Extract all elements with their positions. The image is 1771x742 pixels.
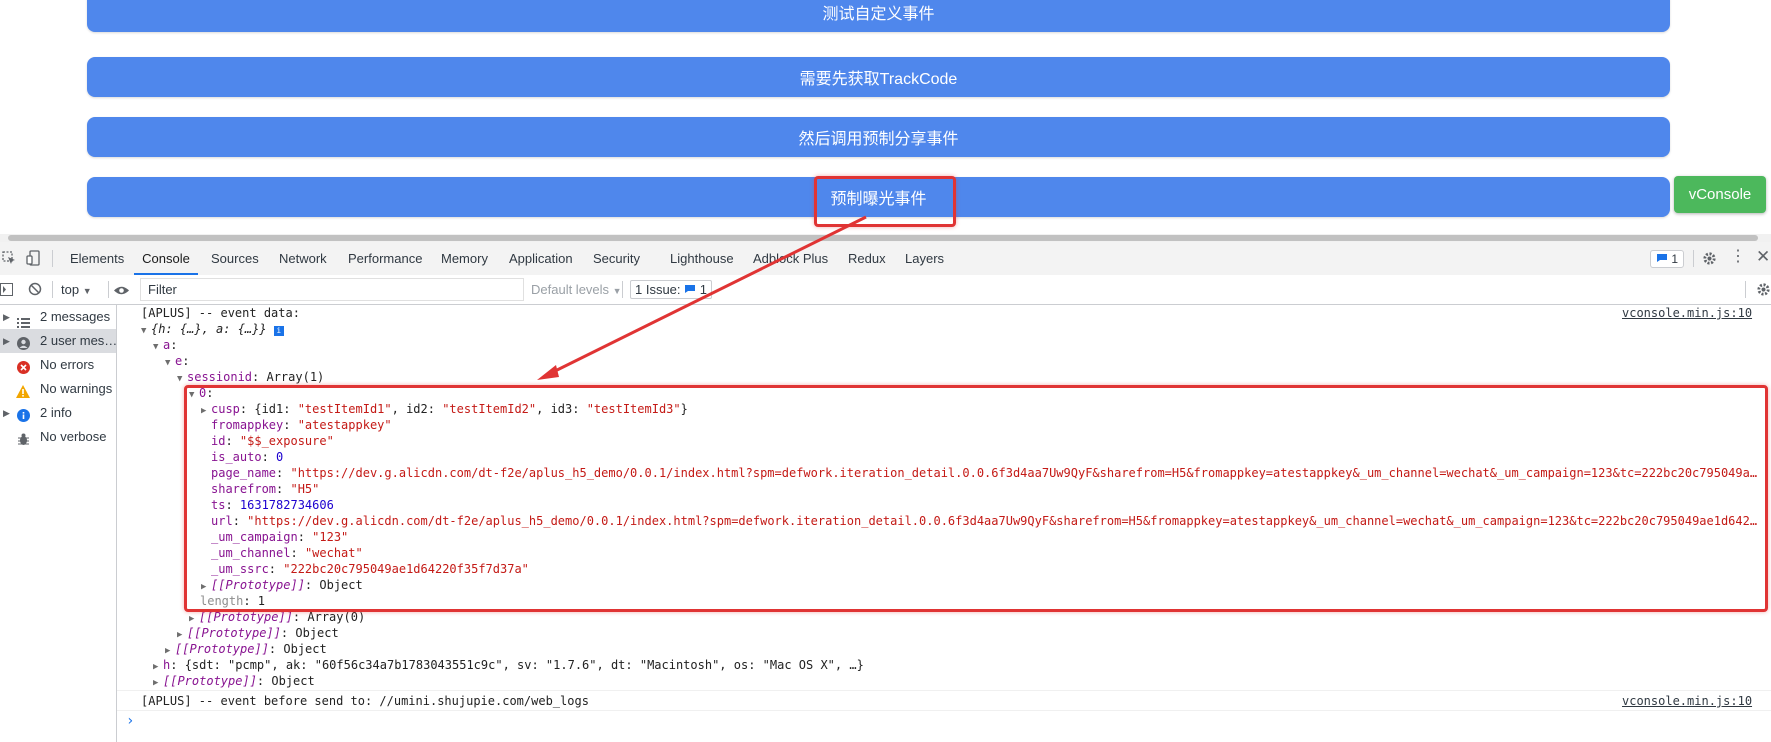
annotation-arrow xyxy=(537,215,867,380)
